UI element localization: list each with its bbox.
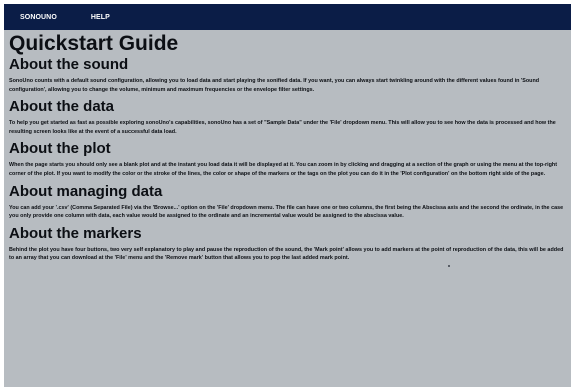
stray-dot bbox=[448, 265, 450, 267]
page-title: Quickstart Guide bbox=[9, 32, 179, 55]
section-body-markers: Behind the plot you have four buttons, t… bbox=[9, 246, 564, 262]
section-body-data: To help you get started as fast as possi… bbox=[9, 120, 556, 135]
section-title-data: About the data bbox=[9, 98, 114, 116]
section-body-managing-data: You can add your '.csv' (Comma Separated… bbox=[9, 204, 564, 220]
nav-item-help[interactable]: HELP bbox=[91, 14, 110, 21]
section-title-sound: About the sound bbox=[9, 56, 129, 73]
nav-item-sonouno[interactable]: SONOUNO bbox=[20, 14, 57, 21]
section-body-sound: SonoUno counts with a default sound conf… bbox=[9, 78, 540, 93]
section-body-plot: When the page starts you should only see… bbox=[9, 162, 558, 177]
section-title-plot: About the plot bbox=[9, 140, 111, 158]
main-content: Quickstart Guide About the sound SonoUno… bbox=[4, 30, 571, 263]
app-window: SONOUNO HELP Quickstart Guide About the … bbox=[4, 4, 571, 387]
top-navbar: SONOUNO HELP bbox=[4, 4, 571, 30]
section-title-markers: About the markers bbox=[9, 224, 142, 242]
section-title-managing-data: About managing data bbox=[9, 182, 163, 200]
